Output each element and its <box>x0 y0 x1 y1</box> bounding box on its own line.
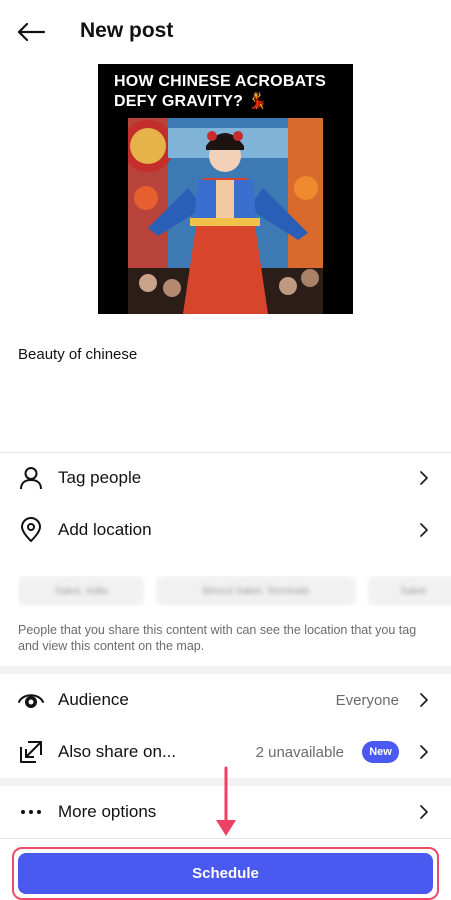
post-caption[interactable]: Beauty of chinese <box>18 346 137 363</box>
location-chip[interactable]: Bimcol Saket, Terminals <box>156 576 356 606</box>
person-icon <box>17 464 45 492</box>
add-location-label: Add location <box>58 520 152 539</box>
eye-icon <box>17 686 45 714</box>
location-pin-icon <box>17 516 45 544</box>
tag-people-label: Tag people <box>58 468 142 487</box>
add-location-row[interactable]: Add location <box>0 504 451 556</box>
share-arrow-icon <box>17 738 45 766</box>
audience-row[interactable]: Audience Everyone <box>0 674 451 726</box>
chevron-right-icon <box>417 521 431 539</box>
chevron-right-icon <box>417 469 431 487</box>
tag-people-row[interactable]: Tag people <box>0 452 451 504</box>
location-info-text: People that you share this content with … <box>18 623 417 653</box>
chevron-right-icon <box>417 803 431 821</box>
also-share-label: Also share on... <box>58 742 177 761</box>
annotation-arrow-icon <box>214 766 238 840</box>
page-title: New post <box>80 19 174 42</box>
schedule-button[interactable]: Schedule <box>18 853 433 894</box>
new-badge: New <box>362 741 399 763</box>
audience-value: Everyone <box>335 691 399 709</box>
location-chip[interactable]: Saket <box>368 576 451 606</box>
media-overlay-text: HOW CHINESE ACROBATS DEFY GRAVITY? 💃 <box>114 73 326 110</box>
chevron-right-icon <box>417 743 431 761</box>
post-media-thumbnail[interactable]: HOW CHINESE ACROBATS DEFY GRAVITY? 💃 <box>98 64 353 314</box>
more-dots-icon <box>17 798 45 826</box>
section-separator <box>0 666 451 674</box>
location-suggestions: Saket, India Bimcol Saket, Terminals Sak… <box>18 576 451 606</box>
video-frame <box>128 118 323 314</box>
chevron-right-icon <box>417 691 431 709</box>
more-options-label: More options <box>58 802 157 821</box>
audience-label: Audience <box>58 690 129 709</box>
also-share-value: 2 unavailable <box>255 743 344 761</box>
schedule-highlight: Schedule <box>12 847 439 900</box>
back-arrow-icon[interactable] <box>14 18 48 46</box>
location-chip[interactable]: Saket, India <box>18 576 144 606</box>
top-bar: New post <box>0 0 451 64</box>
